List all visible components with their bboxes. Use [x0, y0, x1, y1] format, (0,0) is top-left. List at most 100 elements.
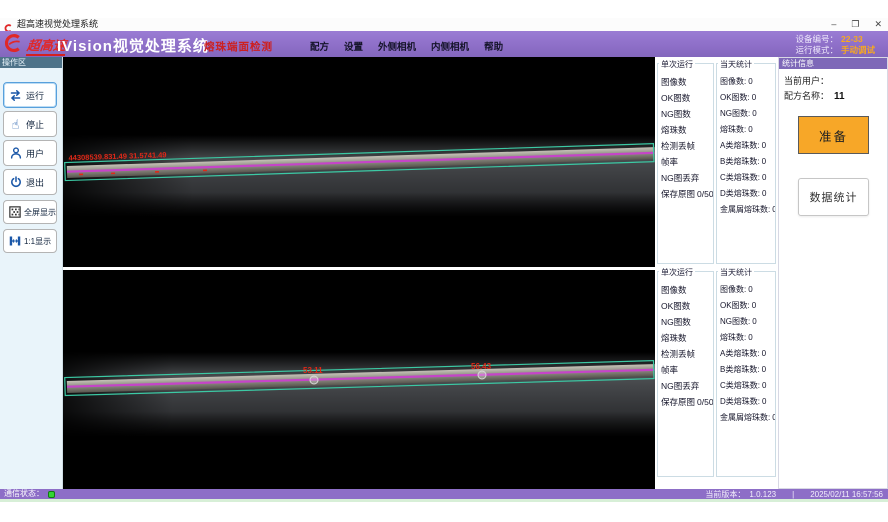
stat-row: 图像数 — [658, 74, 713, 90]
stat-row: 图像数 — [658, 282, 713, 298]
device-id-value: 22-33 — [841, 34, 883, 45]
recipe-name-value: 11 — [834, 91, 845, 102]
stat-row: NG图数:0 — [717, 106, 775, 122]
stat-row: D类熔珠数:0 — [717, 186, 775, 202]
version-label: 当前版本： — [705, 489, 745, 500]
sidebar-title: 操作区 — [0, 57, 62, 68]
prepare-button[interactable]: 准备 — [798, 116, 869, 154]
stat-row: 金属屑熔珠数:0 — [717, 410, 775, 426]
stat-row: 帧率 — [658, 154, 713, 170]
menu-settings[interactable]: 设置 — [344, 39, 363, 53]
today-stats-top: 当天统计 图像数:0 OK图数:0 NG图数:0 熔珠数:0 A类熔珠数:0 B… — [716, 63, 776, 264]
inner-camera-view: 53.11 56.43 — [63, 270, 655, 489]
stat-row: D类熔珠数:0 — [717, 394, 775, 410]
outer-camera-view: 44308539.831.49 31.5741.49 — [63, 57, 655, 267]
single-run-stats-top: 单次运行 图像数 OK图数 NG图数 熔珠数 检测丢帧 帧率 NG图丢弃 保存原… — [657, 63, 714, 264]
today-stats-bottom: 当天统计 图像数:0 OK图数:0 NG图数:0 熔珠数:0 A类熔珠数:0 B… — [716, 271, 776, 477]
stop-button[interactable]: ☝ 停止 — [3, 111, 57, 137]
minimize-button[interactable]: – — [831, 18, 836, 31]
menu-recipe[interactable]: 配方 — [310, 39, 329, 53]
exit-button[interactable]: 退出 — [3, 169, 57, 195]
window-title: 超高速视觉处理系统 — [17, 19, 98, 30]
stat-row: NG图数 — [658, 106, 713, 122]
run-button[interactable]: 运行 — [3, 82, 57, 108]
window-titlebar: 超高速视觉处理系统 – ❐ ✕ — [0, 18, 888, 31]
user-button-label: 用户 — [26, 147, 44, 160]
operation-sidebar: 操作区 运行 ☝ 停止 用户 退出 — [0, 57, 63, 489]
user-button[interactable]: 用户 — [3, 140, 57, 166]
stat-row: 检测丢帧 — [658, 346, 713, 362]
stat-row: B类熔珠数:0 — [717, 154, 775, 170]
stop-button-label: 停止 — [26, 118, 44, 131]
recipe-name-row: 配方名称： 11 — [779, 89, 887, 104]
group-title: 单次运行 — [659, 59, 695, 70]
statistics-info-panel: 统计信息 当前用户： 配方名称： 11 准备 数据统计 — [778, 57, 888, 489]
exit-button-label: 退出 — [26, 176, 44, 189]
stat-row: NG图丢弃 — [658, 170, 713, 186]
fullscreen-button[interactable]: 全屏显示 — [3, 200, 57, 224]
run-button-label: 运行 — [26, 89, 44, 102]
run-mode-label: 运行模式： — [795, 45, 838, 56]
stat-row: 图像数:0 — [717, 74, 775, 90]
stat-row: 熔珠数:0 — [717, 122, 775, 138]
stat-row: C类熔珠数:0 — [717, 170, 775, 186]
stat-row: NG图数:0 — [717, 314, 775, 330]
stat-row: 保存原图0/500 — [658, 186, 713, 202]
close-button[interactable]: ✕ — [874, 18, 882, 31]
stat-row: 熔珠数 — [658, 330, 713, 346]
defect-marker — [310, 376, 318, 384]
stat-row: 熔珠数 — [658, 122, 713, 138]
stat-row: 保存原图0/500 — [658, 394, 713, 410]
device-info: 设备编号： 22-33 运行模式： 手动调试 — [795, 34, 883, 56]
comm-status-label: 通信状态： — [4, 489, 44, 499]
panel-title: 统计信息 — [779, 58, 887, 69]
stat-row: OK图数 — [658, 90, 713, 106]
stat-row: 检测丢帧 — [658, 138, 713, 154]
maximize-button[interactable]: ❐ — [851, 18, 859, 31]
brand-logo-icon — [3, 33, 24, 54]
stat-row: NG图数 — [658, 314, 713, 330]
stat-row: 帧率 — [658, 362, 713, 378]
one-to-one-button[interactable]: 1:1显示 — [3, 229, 57, 253]
stat-row: A类熔珠数:0 — [717, 138, 775, 154]
one-to-one-icon — [8, 234, 21, 249]
stat-row: 熔珠数:0 — [717, 330, 775, 346]
device-id-label: 设备编号： — [795, 34, 838, 45]
menu-help[interactable]: 帮助 — [484, 39, 503, 53]
point-label: 53.11 — [303, 366, 323, 375]
recipe-name-label: 配方名称： — [784, 91, 829, 101]
fullscreen-button-label: 全屏显示 — [24, 207, 56, 218]
stat-row: 图像数:0 — [717, 282, 775, 298]
fullscreen-icon — [8, 205, 21, 220]
current-user-row: 当前用户： — [779, 74, 887, 89]
app-header: 超高速 IVision视觉处理系统 熔珠端面检测 配方 设置 外侧相机 内侧相机… — [0, 31, 888, 57]
stat-row: B类熔珠数:0 — [717, 362, 775, 378]
version-value: 1.0.123 — [749, 490, 776, 499]
app-subtitle: 熔珠端面检测 — [204, 39, 273, 54]
stop-hand-icon: ☝ — [8, 117, 23, 132]
defect-marker — [478, 371, 486, 379]
group-title: 当天统计 — [718, 267, 754, 278]
status-bar: 通信状态： 当前版本： 1.0.123 | 2025/02/11 16:57:5… — [0, 489, 888, 499]
menu-outer-camera[interactable]: 外侧相机 — [378, 39, 416, 53]
comm-status-indicator — [48, 491, 55, 498]
user-icon — [8, 146, 23, 161]
data-statistics-button[interactable]: 数据统计 — [798, 178, 869, 216]
stat-row: C类熔珠数:0 — [717, 378, 775, 394]
menu-inner-camera[interactable]: 内侧相机 — [431, 39, 469, 53]
group-title: 当天统计 — [718, 59, 754, 70]
bottom-accent-line — [0, 499, 888, 502]
stat-row: OK图数 — [658, 298, 713, 314]
stat-row: OK图数:0 — [717, 90, 775, 106]
main-menu: 配方 设置 外侧相机 内侧相机 帮助 — [310, 39, 503, 53]
one-to-one-button-label: 1:1显示 — [24, 236, 51, 247]
single-run-stats-bottom: 单次运行 图像数 OK图数 NG图数 熔珠数 检测丢帧 帧率 NG图丢弃 保存原… — [657, 271, 714, 477]
power-icon — [8, 175, 23, 190]
stat-row: OK图数:0 — [717, 298, 775, 314]
point-label: 56.43 — [471, 362, 492, 371]
stat-row: NG图丢弃 — [658, 378, 713, 394]
stat-row: A类熔珠数:0 — [717, 346, 775, 362]
app-title: IVision视觉处理系统 — [57, 35, 209, 56]
separator: | — [792, 490, 794, 499]
current-user-label: 当前用户： — [784, 76, 829, 86]
